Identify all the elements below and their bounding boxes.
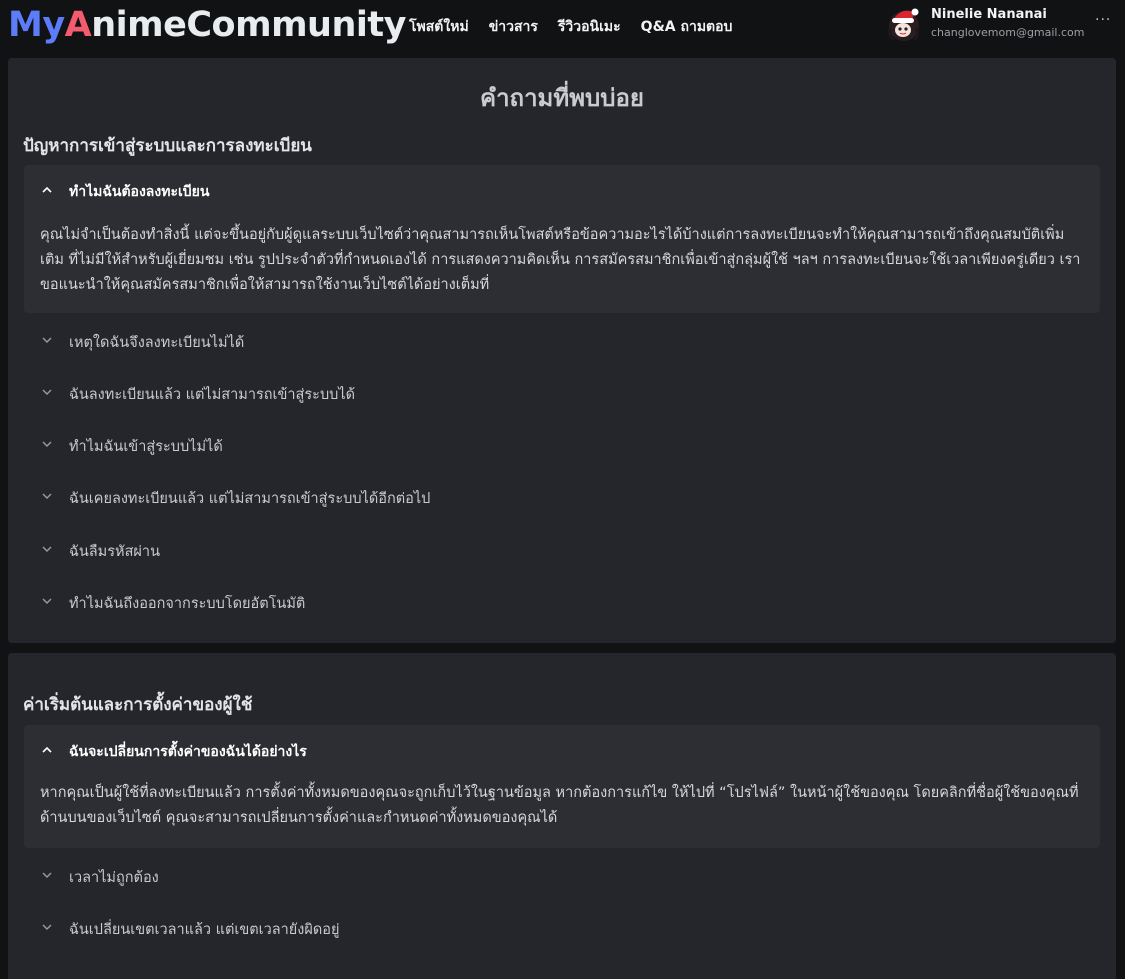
faq-item[interactable]: เหตุใดฉันจึงลงทะเบียนไม่ได้ (24, 314, 1100, 366)
faq-item[interactable]: ฉันลืมรหัสผ่าน (24, 523, 1100, 575)
faq-question: ฉันจะเปลี่ยนการตั้งค่าของฉันได้อย่างไร (69, 744, 307, 760)
faq-question: ทำไมฉันถึงออกจากระบบโดยอัตโนมัติ (69, 596, 306, 612)
faq-question: ทำไมฉันต้องลงทะเบียน (69, 184, 210, 200)
chevron-down-icon (41, 921, 53, 933)
chevron-down-icon (41, 386, 53, 398)
nav-anime-reviews[interactable]: รีวิวอนิเมะ (558, 16, 621, 38)
chevron-down-icon (41, 334, 53, 346)
more-horizontal-icon[interactable]: ··· (1095, 12, 1111, 28)
nav-new-posts[interactable]: โพสต์ใหม่ (409, 16, 469, 38)
faq-item[interactable]: เวลาไม่ถูกต้อง (24, 849, 1100, 901)
faq-answer: คุณไม่จำเป็นต้องทำสิ่งนี้ แต่จะขึ้นอยู่ก… (40, 227, 1081, 293)
faq-question: ฉันลืมรหัสผ่าน (69, 544, 160, 560)
logo-part-my: My (8, 5, 65, 45)
faq-item[interactable]: ทำไมฉันเข้าสู่ระบบไม่ได้ (24, 418, 1100, 470)
chevron-down-icon (41, 438, 53, 450)
faq-item[interactable]: ทำไมฉันถึงออกจากระบบโดยอัตโนมัติ (24, 575, 1100, 627)
section-title-settings: ค่าเริ่มต้นและการตั้งค่าของผู้ใช้ (23, 695, 253, 715)
site-logo[interactable]: MyAnimeCommunity (8, 2, 406, 48)
faq-panel-login: คำถามที่พบบ่อย ปัญหาการเข้าสู่ระบบและการ… (8, 58, 1116, 643)
page-title: คำถามที่พบบ่อย (480, 84, 644, 112)
faq-question: เหตุใดฉันจึงลงทะเบียนไม่ได้ (69, 335, 245, 351)
faq-question: เวลาไม่ถูกต้อง (69, 870, 159, 886)
faq-question-toggle[interactable]: ฉันจะเปลี่ยนการตั้งค่าของฉันได้อย่างไร (24, 725, 1100, 777)
faq-panel-settings: ค่าเริ่มต้นและการตั้งค่าของผู้ใช้ ฉันจะเ… (8, 653, 1116, 979)
faq-item-expanded: ฉันจะเปลี่ยนการตั้งค่าของฉันได้อย่างไร ห… (24, 725, 1100, 848)
faq-question-toggle[interactable]: ทำไมฉันต้องลงทะเบียน (24, 165, 1100, 217)
main-nav: โพสต์ใหม่ ข่าวสาร รีวิวอนิเมะ Q&A ถามตอบ (409, 16, 732, 38)
top-navigation-bar: MyAnimeCommunity โพสต์ใหม่ ข่าวสาร รีวิว… (0, 0, 1125, 52)
faq-question: ฉันเคยลงทะเบียนแล้ว แต่ไม่สามารถเข้าสู่ร… (69, 491, 431, 507)
chevron-down-icon (41, 869, 53, 881)
logo-part-rest: nimeCommunity (91, 5, 406, 45)
user-menu[interactable]: Ninelie Nananai changlovemom@gmail.com ·… (884, 4, 1120, 48)
nav-qa[interactable]: Q&A ถามตอบ (641, 16, 733, 38)
chevron-up-icon (41, 744, 53, 756)
chevron-down-icon (41, 543, 53, 555)
faq-question: ฉันลงทะเบียนแล้ว แต่ไม่สามารถเข้าสู่ระบบ… (69, 387, 356, 403)
faq-question: ทำไมฉันเข้าสู่ระบบไม่ได้ (69, 439, 223, 455)
chevron-down-icon (41, 490, 53, 502)
logo-part-a: A (64, 5, 92, 45)
faq-item[interactable]: ฉันเคยลงทะเบียนแล้ว แต่ไม่สามารถเข้าสู่ร… (24, 470, 1100, 522)
faq-item-expanded: ทำไมฉันต้องลงทะเบียน คุณไม่จำเป็นต้องทำส… (24, 165, 1100, 313)
nav-news[interactable]: ข่าวสาร (489, 16, 538, 38)
faq-item[interactable]: ฉันเปลี่ยนเขตเวลาแล้ว แต่เขตเวลายังผิดอย… (24, 901, 1100, 953)
faq-item[interactable]: ฉันลงทะเบียนแล้ว แต่ไม่สามารถเข้าสู่ระบบ… (24, 366, 1100, 418)
avatar[interactable] (884, 4, 924, 44)
chevron-down-icon (41, 595, 53, 607)
chevron-up-icon (41, 184, 53, 196)
user-name: Ninelie Nananai (931, 7, 1047, 22)
faq-answer: หากคุณเป็นผู้ใช้ที่ลงทะเบียนแล้ว การตั้ง… (40, 785, 1079, 826)
faq-question: ฉันเปลี่ยนเขตเวลาแล้ว แต่เขตเวลายังผิดอย… (69, 922, 340, 938)
section-title-login: ปัญหาการเข้าสู่ระบบและการลงทะเบียน (23, 136, 312, 156)
user-email: changlovemom@gmail.com (931, 26, 1085, 39)
